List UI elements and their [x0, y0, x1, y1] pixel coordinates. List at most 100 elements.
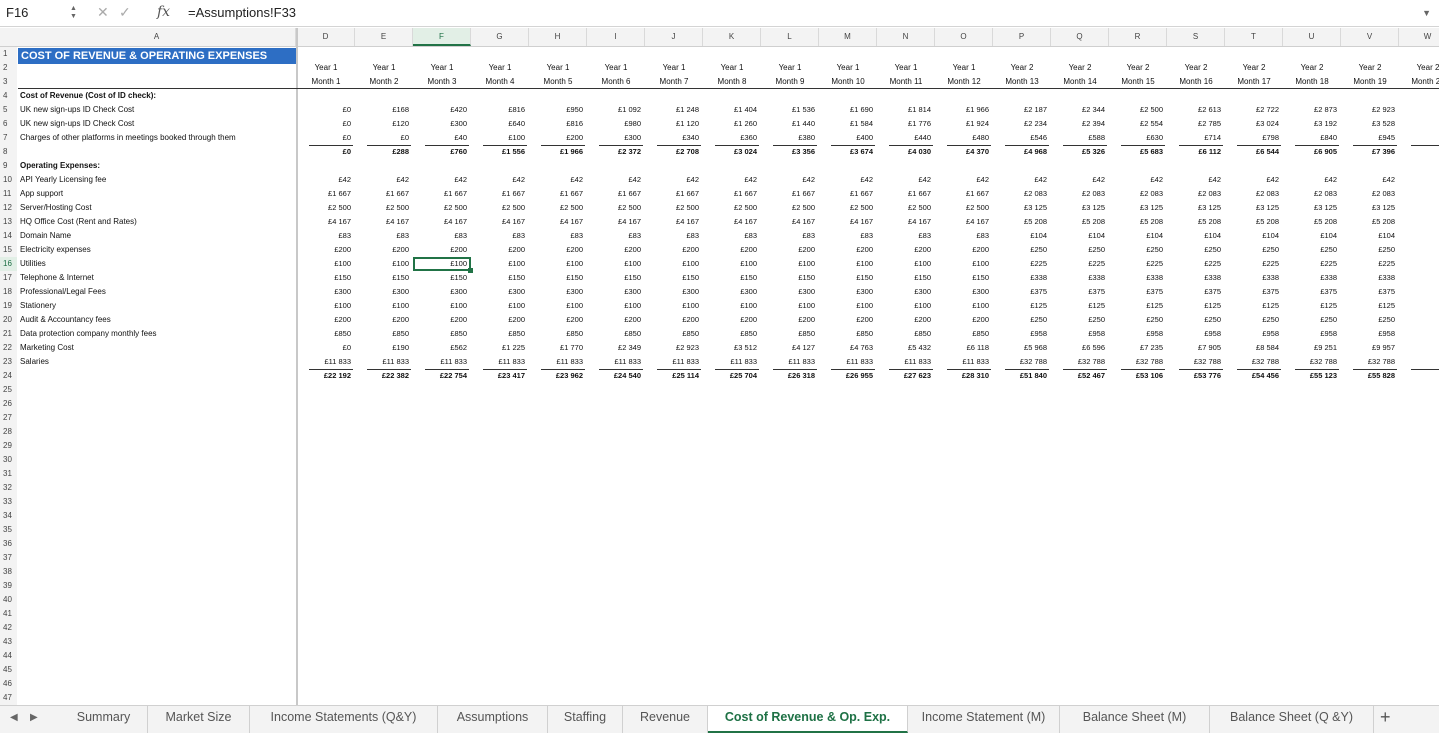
data-cell[interactable]: £11 833 — [761, 355, 819, 369]
data-cell[interactable]: £200 — [529, 243, 587, 257]
data-cell[interactable]: £0 — [297, 145, 355, 159]
data-cell[interactable]: £5 432 — [877, 341, 935, 355]
data-cell[interactable]: £1 667 — [355, 187, 413, 201]
data-cell[interactable]: £104 — [1283, 229, 1341, 243]
data-cell[interactable]: £420 — [413, 103, 471, 117]
data-cell[interactable]: £300 — [587, 285, 645, 299]
row-number[interactable]: 9 — [0, 159, 17, 173]
data-cell[interactable]: £2 344 — [1051, 103, 1109, 117]
data-cell[interactable]: £1 — [1399, 131, 1439, 145]
data-cell[interactable]: £3 024 — [703, 145, 761, 159]
data-cell[interactable]: £200 — [471, 313, 529, 327]
data-cell[interactable]: £300 — [819, 285, 877, 299]
data-cell[interactable]: £100 — [355, 299, 413, 313]
data-cell[interactable]: £250 — [1225, 313, 1283, 327]
data-cell[interactable]: £375 — [1283, 285, 1341, 299]
data-cell[interactable]: £3 356 — [761, 145, 819, 159]
data-cell[interactable]: £2 083 — [1051, 187, 1109, 201]
data-cell[interactable]: £200 — [703, 243, 761, 257]
data-cell[interactable]: £168 — [355, 103, 413, 117]
data-cell[interactable]: £480 — [935, 131, 993, 145]
data-cell[interactable]: £1 690 — [819, 103, 877, 117]
row-number[interactable]: 25 — [0, 383, 17, 397]
row-number[interactable]: 27 — [0, 411, 17, 425]
data-cell[interactable]: £1 667 — [587, 187, 645, 201]
data-cell[interactable]: £125 — [1341, 299, 1399, 313]
cancel-icon[interactable]: ✕ — [97, 4, 109, 21]
data-cell[interactable]: £2 187 — [993, 103, 1051, 117]
formula-expand-icon[interactable]: ▼ — [1422, 8, 1431, 18]
data-cell[interactable]: £300 — [529, 285, 587, 299]
data-cell[interactable]: £11 833 — [471, 355, 529, 369]
data-cell[interactable]: £42 — [529, 173, 587, 187]
row-number[interactable]: 43 — [0, 635, 17, 649]
data-cell[interactable]: £120 — [355, 117, 413, 131]
data-cell[interactable]: £104 — [1225, 229, 1283, 243]
data-cell[interactable]: £28 310 — [935, 369, 993, 383]
data-cell[interactable]: £42 — [1225, 173, 1283, 187]
data-cell[interactable]: £100 — [471, 257, 529, 271]
column-header-M[interactable]: M — [819, 28, 877, 46]
data-cell[interactable]: £338 — [1109, 271, 1167, 285]
data-cell[interactable]: £200 — [703, 313, 761, 327]
data-cell[interactable]: £3 528 — [1341, 117, 1399, 131]
data-cell[interactable]: £6 596 — [1051, 341, 1109, 355]
data-cell[interactable]: £100 — [935, 257, 993, 271]
row-number[interactable]: 47 — [0, 691, 17, 705]
data-cell[interactable]: £562 — [413, 341, 471, 355]
data-cell[interactable]: £338 — [1225, 271, 1283, 285]
data-cell[interactable]: £300 — [413, 117, 471, 131]
data-cell[interactable]: £ — [1399, 285, 1439, 299]
data-cell[interactable]: £2 083 — [1109, 187, 1167, 201]
data-cell[interactable]: £100 — [471, 299, 529, 313]
data-cell[interactable]: £42 — [297, 173, 355, 187]
row-number[interactable]: 26 — [0, 397, 17, 411]
row-number[interactable]: 21 — [0, 327, 17, 341]
data-cell[interactable]: £22 192 — [297, 369, 355, 383]
data-cell[interactable]: £958 — [1167, 327, 1225, 341]
data-cell[interactable]: £150 — [587, 271, 645, 285]
data-cell[interactable]: £1 667 — [645, 187, 703, 201]
data-cell[interactable]: £850 — [645, 327, 703, 341]
data-cell[interactable]: £4 167 — [297, 215, 355, 229]
data-cell[interactable]: £375 — [993, 285, 1051, 299]
data-cell[interactable]: £100 — [355, 257, 413, 271]
data-cell[interactable]: £5 208 — [1051, 215, 1109, 229]
data-cell[interactable]: £7 — [1399, 145, 1439, 159]
data-cell[interactable]: £200 — [761, 243, 819, 257]
data-cell[interactable]: £6 118 — [935, 341, 993, 355]
data-cell[interactable]: £200 — [529, 131, 587, 145]
data-cell[interactable]: £9 251 — [1283, 341, 1341, 355]
row-number[interactable]: 23 — [0, 355, 17, 369]
data-cell[interactable]: £ — [1399, 271, 1439, 285]
data-cell[interactable]: £11 833 — [819, 355, 877, 369]
row-number[interactable]: 31 — [0, 467, 17, 481]
data-cell[interactable]: £4 167 — [819, 215, 877, 229]
data-cell[interactable]: £ — [1399, 299, 1439, 313]
data-cell[interactable]: £83 — [703, 229, 761, 243]
data-cell[interactable]: £24 540 — [587, 369, 645, 383]
data-cell[interactable]: £200 — [297, 313, 355, 327]
data-cell[interactable]: £850 — [355, 327, 413, 341]
row-number[interactable]: 16 — [0, 257, 17, 271]
row-number[interactable]: 46 — [0, 677, 17, 691]
data-cell[interactable]: £6 544 — [1225, 145, 1283, 159]
data-cell[interactable]: £53 776 — [1167, 369, 1225, 383]
data-cell[interactable]: £150 — [935, 271, 993, 285]
row-number[interactable]: 42 — [0, 621, 17, 635]
data-cell[interactable]: £ — [1399, 257, 1439, 271]
sheet-tab[interactable]: Cost of Revenue & Op. Exp. — [708, 706, 908, 733]
data-cell[interactable]: £32 788 — [1109, 355, 1167, 369]
data-cell[interactable]: £3 512 — [703, 341, 761, 355]
data-cell[interactable]: £360 — [703, 131, 761, 145]
data-cell[interactable]: £225 — [1051, 257, 1109, 271]
data-cell[interactable]: £5 208 — [1341, 215, 1399, 229]
data-cell[interactable]: £100 — [703, 257, 761, 271]
name-box-stepper-icon[interactable]: ▲ ▼ — [70, 5, 77, 21]
data-cell[interactable]: £250 — [1167, 243, 1225, 257]
data-cell[interactable]: £375 — [1109, 285, 1167, 299]
data-cell[interactable]: £83 — [819, 229, 877, 243]
data-cell[interactable]: £200 — [297, 243, 355, 257]
data-cell[interactable]: £1 248 — [645, 103, 703, 117]
data-cell[interactable]: £2 500 — [587, 201, 645, 215]
